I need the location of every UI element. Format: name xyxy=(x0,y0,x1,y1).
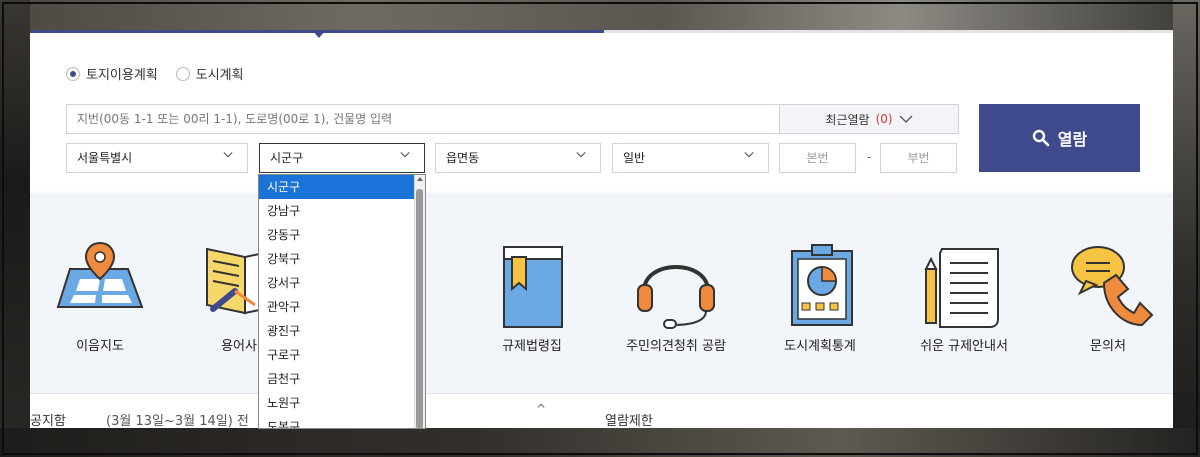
scroll-up-icon[interactable] xyxy=(417,177,423,181)
radio-dot-checked xyxy=(66,66,80,81)
radio-land-use-plan[interactable]: 토지이용계획 xyxy=(66,64,158,83)
dropdown-option[interactable]: 금천구 xyxy=(259,367,414,391)
sigungu-dropdown-list[interactable]: 시군구 강남구 강동구 강북구 강서구 관악구 광진구 구로구 금천구 노원구 … xyxy=(258,174,426,429)
quick-link-map[interactable]: 이음지도 xyxy=(40,197,160,393)
tab-pointer xyxy=(312,30,326,38)
statistics-board-icon xyxy=(791,244,853,326)
dropdown-option[interactable]: 광진구 xyxy=(259,319,414,343)
quick-link-label: 문의처 xyxy=(1090,339,1126,354)
notice-bar: 공지함 (3월 13일~3월 14일) 전 ^ 열람제한 xyxy=(30,393,1173,428)
dropdown-option[interactable]: 강북구 xyxy=(259,247,414,271)
dropdown-option[interactable]: 강서구 xyxy=(259,271,414,295)
radio-label: 토지이용계획 xyxy=(86,68,158,83)
background-photo-left xyxy=(0,0,30,457)
eupmyeondong-select-value: 읍면동 xyxy=(446,151,480,165)
chevron-down-icon xyxy=(400,152,410,158)
quick-link-label: 쉬운 규제안내서 xyxy=(920,339,1008,354)
quick-link-label: 도시계획통계 xyxy=(784,339,856,354)
address-search-input[interactable]: 지번(00동 1-1 또는 00리 1-1), 도로명(00로 1), 건물명 … xyxy=(66,104,780,134)
quick-link-label: 이음지도 xyxy=(76,339,124,354)
lot-number-dash: - xyxy=(867,150,872,164)
dropdown-option[interactable]: 관악구 xyxy=(259,295,414,319)
dropdown-option[interactable]: 시군구 xyxy=(259,175,414,199)
phone-chat-icon xyxy=(1071,246,1154,327)
background-photo-bottom xyxy=(0,428,1200,457)
sigungu-select[interactable]: 시군구 xyxy=(259,143,425,173)
dropdown-option[interactable]: 구로구 xyxy=(259,343,414,367)
dropdown-option[interactable]: 강남구 xyxy=(259,199,414,223)
scrollbar-thumb[interactable] xyxy=(416,189,423,428)
sido-select[interactable]: 서울특별시 xyxy=(66,143,248,173)
chevron-up-icon[interactable]: ^ xyxy=(536,402,546,416)
chevron-down-icon xyxy=(899,115,913,123)
dropdown-option[interactable]: 노원구 xyxy=(259,391,414,415)
access-restriction-text[interactable]: 열람제한 xyxy=(605,410,653,428)
map-pin-icon xyxy=(56,241,144,308)
search-icon xyxy=(1032,129,1050,147)
notice-title[interactable]: 공지함 xyxy=(30,410,66,428)
background-photo-right xyxy=(1173,0,1200,457)
dropdown-scrollbar[interactable] xyxy=(414,175,425,428)
bonbeon-input[interactable]: 본번 xyxy=(779,143,856,173)
radio-dot-unchecked xyxy=(175,66,190,81)
quick-link-label: 주민의견청취 공람 xyxy=(626,339,726,354)
notice-text[interactable]: (3월 13일~3월 14일) 전 xyxy=(106,410,249,428)
eupmyeondong-select[interactable]: 읍면동 xyxy=(435,143,601,173)
radio-label: 도시계획 xyxy=(195,68,244,83)
sigungu-select-value: 시군구 xyxy=(270,151,304,165)
land-type-select[interactable]: 일반 xyxy=(612,143,769,173)
chevron-down-icon xyxy=(744,152,754,158)
quick-link-public-hearing[interactable]: 주민의견청취 공람 xyxy=(616,197,736,393)
quick-link-law-book[interactable]: 규제법령집 xyxy=(472,197,592,393)
chevron-down-icon xyxy=(576,152,586,158)
headset-icon xyxy=(637,265,715,329)
background-photo-top xyxy=(0,0,1200,30)
dropdown-option[interactable]: 도봉구 xyxy=(259,415,414,428)
guide-document-icon xyxy=(924,248,999,328)
quick-link-statistics[interactable]: 도시계획통계 xyxy=(760,197,880,393)
sido-select-value: 서울특별시 xyxy=(77,151,133,165)
plan-type-radios: 토지이용계획 도시계획 xyxy=(66,64,244,83)
radio-urban-plan[interactable]: 도시계획 xyxy=(175,64,244,83)
view-button[interactable]: 열람 xyxy=(979,104,1140,172)
quick-link-label: 규제법령집 xyxy=(502,339,562,354)
bubeon-input[interactable]: 부번 xyxy=(880,143,957,173)
law-book-icon xyxy=(503,246,563,328)
search-panel: 토지이용계획 도시계획 지번(00동 1-1 또는 00리 1-1), 도로명(… xyxy=(30,30,1173,428)
dropdown-option[interactable]: 강동구 xyxy=(259,223,414,247)
quick-link-contact[interactable]: 문의처 xyxy=(1048,197,1168,393)
recent-views-count: (0) xyxy=(875,112,893,126)
view-button-label: 열람 xyxy=(1057,130,1088,149)
quick-link-guide[interactable]: 쉬운 규제안내서 xyxy=(904,197,1024,393)
recent-views-button[interactable]: 최근열람 (0) xyxy=(779,104,959,134)
chevron-down-icon xyxy=(223,152,233,158)
quick-links-band: 이음지도 용어사전 규제법령집 주민의견청취 공람 도시계획통계 쉬운 규제안내… xyxy=(30,197,1173,393)
recent-views-label: 최근열람 xyxy=(825,112,870,127)
progress-bar xyxy=(30,30,1173,33)
land-type-select-value: 일반 xyxy=(623,151,646,165)
